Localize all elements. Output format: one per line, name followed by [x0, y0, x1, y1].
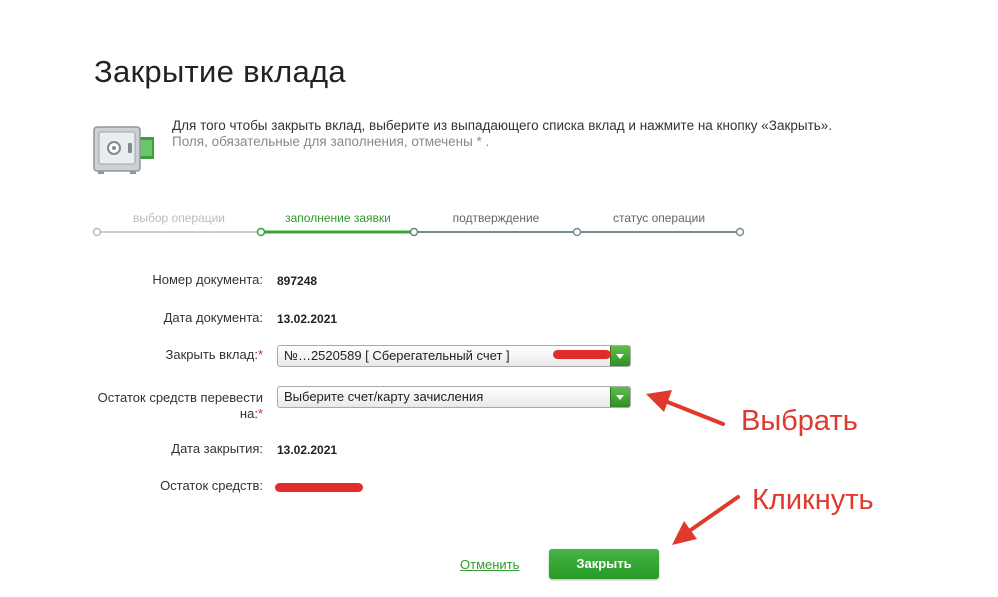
annotation-click-hint: Кликнуть — [752, 484, 874, 516]
doc-number-label: Номер документа: — [152, 272, 263, 287]
required-mark: * — [257, 347, 263, 362]
arrow-to-select-icon — [646, 390, 725, 426]
progress-steps: выбор операции заполнение заявки подтвер… — [92, 208, 752, 248]
transfer-to-label: Остаток средств перевести на:* — [97, 390, 263, 421]
doc-date-label: Дата документа: — [163, 310, 263, 325]
close-date-value: 13.02.2021 — [277, 443, 338, 457]
close-date-label: Дата закрытия: — [171, 441, 263, 456]
safe-icon — [93, 126, 154, 174]
transfer-account-placeholder: Выберите счет/карту зачисления — [284, 389, 484, 404]
arrow-to-button-icon — [672, 495, 740, 545]
balance-label: Остаток средств: — [160, 478, 263, 493]
close-deposit-button[interactable]: Закрыть — [549, 549, 659, 579]
doc-date-value: 13.02.2021 — [277, 312, 338, 326]
cancel-link[interactable]: Отменить — [460, 557, 519, 572]
intro-text: Для того чтобы закрыть вклад, выберите и… — [172, 118, 832, 150]
page-title: Закрытие вклада — [94, 54, 346, 89]
transfer-account-select[interactable]: Выберите счет/карту зачисления — [277, 386, 631, 408]
close-deposit-selected-value: №…2520589 [ Сберегательный счет ] — [284, 348, 510, 363]
progress-track — [92, 227, 745, 237]
chevron-down-icon[interactable] — [610, 346, 630, 366]
close-deposit-label: Закрыть вклад:* — [165, 347, 264, 362]
balance-redaction-mark — [275, 483, 363, 492]
redaction-mark — [553, 350, 611, 359]
required-fields-note: Поля, обязательные для заполнения, отмеч… — [172, 134, 490, 149]
chevron-down-icon[interactable] — [610, 387, 630, 407]
doc-number-value: 897248 — [277, 274, 318, 288]
required-mark: * — [257, 406, 263, 421]
annotation-select-hint: Выбрать — [741, 405, 858, 437]
intro-instruction: Для того чтобы закрыть вклад, выберите и… — [172, 118, 833, 133]
